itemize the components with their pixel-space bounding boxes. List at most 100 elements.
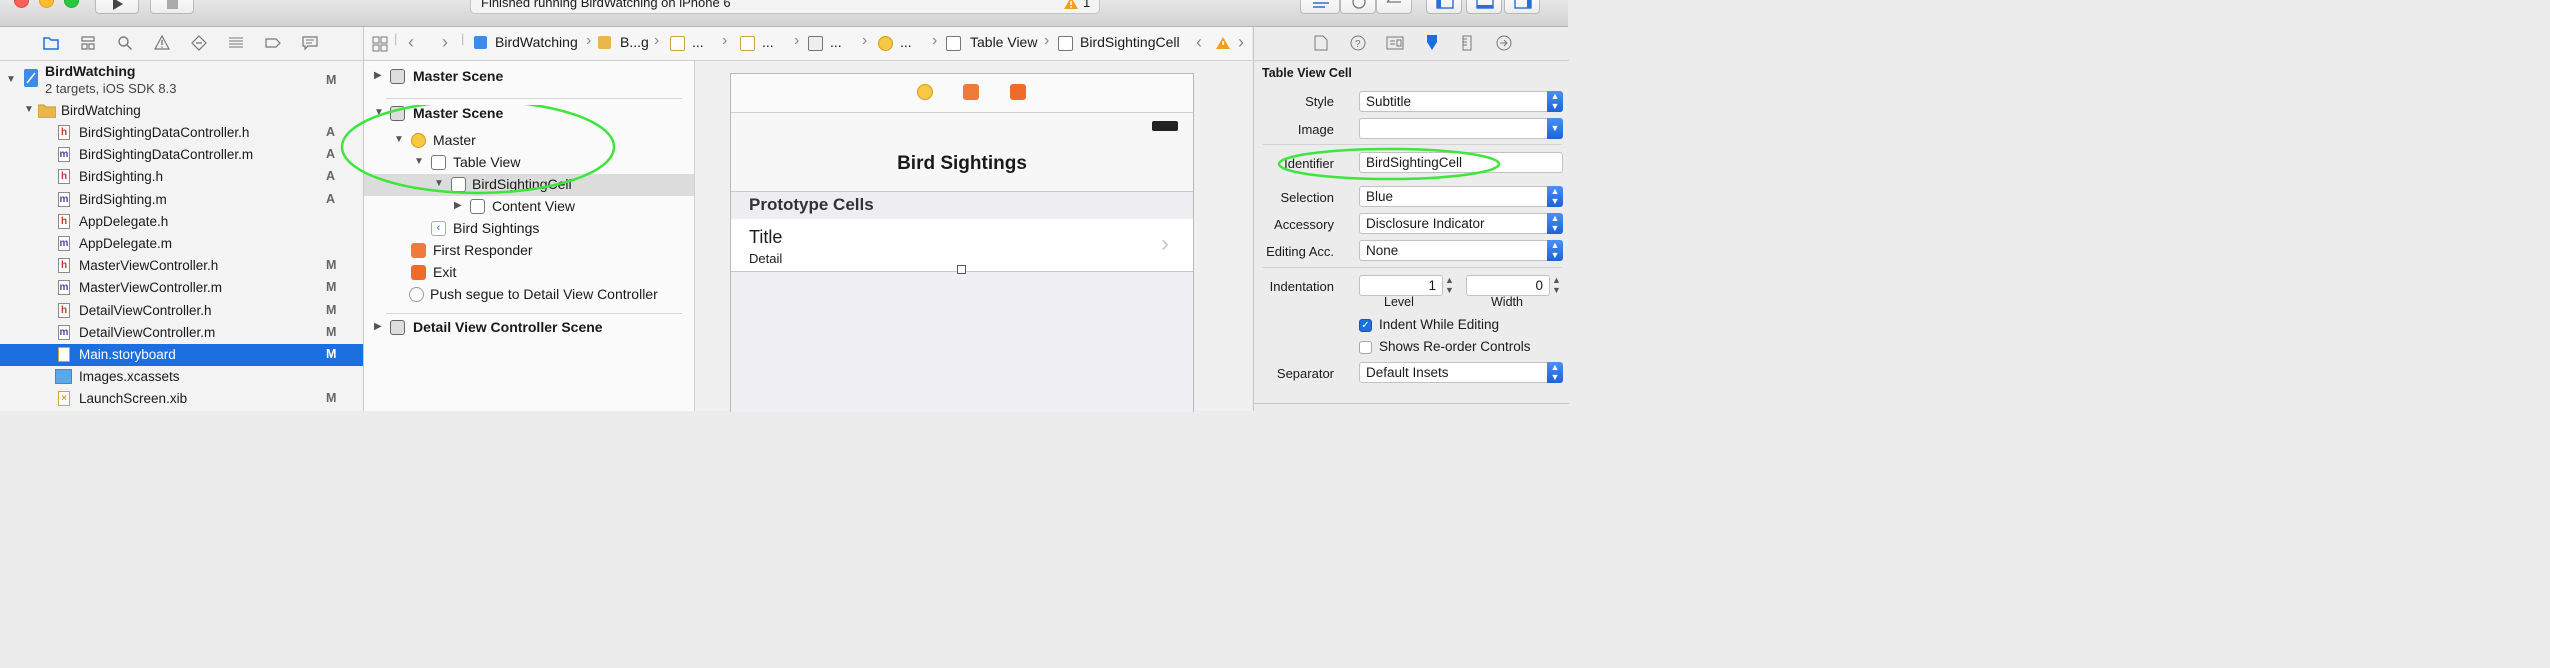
breakpoint-icon[interactable] [265, 35, 281, 51]
size-ruler-icon[interactable] [1461, 35, 1473, 51]
source-control-badge: M [326, 324, 337, 339]
jump-item-controller[interactable]: ... [900, 34, 912, 50]
editor-assistant-button[interactable] [1340, 0, 1376, 14]
outline-segue-row[interactable]: Push segue to Detail View Controller [364, 284, 694, 306]
search-icon[interactable] [117, 35, 133, 51]
outline-exit-row[interactable]: Exit [364, 262, 694, 284]
editing-accessory-popup[interactable]: None ▲ ▼ [1359, 240, 1563, 261]
file-row[interactable]: m BirdSightingDataController.m A [0, 144, 363, 166]
view-controller-scene[interactable]: Bird Sightings Prototype Cells Title Det… [730, 73, 1194, 412]
group-row[interactable]: ▼ BirdWatching [0, 100, 363, 122]
file-row[interactable]: h BirdSighting.h A [0, 166, 363, 188]
separator-popup[interactable]: Default Insets ▲ ▼ [1359, 362, 1563, 383]
disclosure-triangle-icon[interactable]: ▶ [454, 200, 462, 211]
selection-popup[interactable]: Blue ▲ ▼ [1359, 186, 1563, 207]
editor-standard-button[interactable] [1300, 0, 1340, 14]
project-row[interactable]: ▼ BirdWatching 2 targets, iOS SDK 8.3 M [0, 62, 363, 100]
indent-while-editing-checkbox[interactable]: ✓ [1359, 319, 1372, 332]
jump-item-cell[interactable]: BirdSightingCell [1080, 34, 1180, 50]
level-stepper[interactable]: ▲ ▼ [1445, 275, 1454, 295]
file-row[interactable]: h DetailViewController.h M [0, 300, 363, 322]
disclosure-chevron-icon: › [1161, 230, 1169, 257]
shows-reorder-label: Shows Re-order Controls [1379, 339, 1531, 354]
prototype-cell[interactable]: Title Detail › [731, 219, 1193, 274]
file-row[interactable]: h BirdSightingDataController.h A [0, 122, 363, 144]
toggle-debug-button[interactable] [1466, 0, 1502, 14]
debug-list-icon[interactable] [228, 35, 244, 51]
jump-item-base[interactable]: ... [762, 34, 774, 50]
disclosure-triangle-icon[interactable]: ▼ [24, 104, 34, 115]
identity-icon[interactable] [1386, 36, 1404, 50]
chevron-right-icon: › [1044, 32, 1050, 49]
file-row[interactable]: h AppDelegate.h [0, 211, 363, 233]
file-row[interactable]: h MasterViewController.h M [0, 255, 363, 277]
file-row[interactable]: Images.xcassets [0, 366, 363, 388]
connections-arrow-icon[interactable] [1496, 35, 1512, 51]
image-combo[interactable]: ▼ [1359, 118, 1563, 139]
outline-scene-row[interactable]: ▶ Master Scene [364, 66, 694, 88]
attributes-icon[interactable] [1424, 34, 1440, 52]
file-name: MasterViewController.m [79, 280, 223, 296]
forward-arrow-icon[interactable]: › [442, 32, 448, 53]
file-row[interactable]: Main.storyboard M [0, 344, 363, 366]
popup-arrows-icon: ▲ ▼ [1547, 91, 1563, 112]
file-row[interactable]: × LaunchScreen.xib M [0, 388, 363, 410]
toggle-navigator-button[interactable] [1426, 0, 1462, 14]
test-diamond-icon[interactable] [191, 35, 207, 51]
file-row[interactable]: m AppDelegate.m [0, 233, 363, 255]
indentation-level-input[interactable]: 1 [1359, 275, 1443, 296]
file-row[interactable]: m BirdSighting.m A [0, 189, 363, 211]
related-items-icon[interactable] [372, 36, 388, 52]
warning-icon[interactable] [1063, 0, 1079, 10]
jump-item-scene[interactable]: ... [830, 34, 842, 50]
stop-button[interactable] [150, 0, 194, 14]
accessory-popup[interactable]: Disclosure Indicator ▲ ▼ [1359, 213, 1563, 234]
style-popup[interactable]: Subtitle ▲ ▼ [1359, 91, 1563, 112]
outline-nav-item-row[interactable]: ‹ Bird Sightings [364, 218, 694, 240]
file-row[interactable]: m DetailViewController.m M [0, 322, 363, 344]
exit-icon[interactable] [1010, 84, 1026, 100]
file-row[interactable]: m MasterViewController.m M [0, 277, 363, 299]
jump-item-project[interactable]: BirdWatching [495, 34, 578, 50]
folder-icon[interactable] [43, 35, 59, 51]
style-value: Subtitle [1366, 94, 1412, 109]
divider [1262, 267, 1562, 268]
jump-item-table-view[interactable]: Table View [970, 34, 1037, 50]
outline-item-label: First Responder [433, 242, 533, 258]
run-button[interactable] [95, 0, 139, 14]
file-name: BirdSightingDataController.m [79, 147, 254, 163]
editor-version-button[interactable] [1376, 0, 1412, 14]
disclosure-triangle-icon[interactable]: ▶ [374, 70, 382, 81]
warning-icon[interactable] [1215, 36, 1231, 50]
hierarchy-icon[interactable] [80, 35, 96, 51]
width-stepper[interactable]: ▲ ▼ [1552, 275, 1561, 295]
jump-item-group[interactable]: B...g [620, 34, 649, 50]
disclosure-triangle-icon[interactable]: ▶ [374, 321, 382, 332]
width-caption: Width [1491, 295, 1523, 309]
previous-issue-icon[interactable]: ‹ [1196, 32, 1202, 53]
close-window-button[interactable] [14, 0, 29, 8]
issue-warning-icon[interactable] [154, 35, 170, 51]
view-controller-icon[interactable] [917, 84, 933, 100]
divider [1262, 144, 1562, 145]
inspector-section-title: Table View Cell [1262, 66, 1352, 80]
jump-item-file[interactable]: ... [692, 34, 704, 50]
indentation-width-input[interactable]: 0 [1466, 275, 1550, 296]
toggle-utilities-button[interactable] [1504, 0, 1540, 14]
next-issue-icon[interactable]: › [1238, 32, 1244, 53]
zoom-window-button[interactable] [64, 0, 79, 8]
resize-handle[interactable] [957, 265, 966, 274]
shows-reorder-checkbox[interactable] [1359, 341, 1372, 354]
table-cell-icon [1058, 36, 1073, 51]
header-file-icon: h [58, 169, 70, 185]
report-bubble-icon[interactable] [302, 35, 318, 51]
outline-scene-row[interactable]: ▶ Detail View Controller Scene [364, 317, 694, 339]
disclosure-triangle-icon[interactable]: ▼ [6, 74, 16, 85]
first-responder-cube-icon[interactable] [963, 84, 979, 100]
minimize-window-button[interactable] [39, 0, 54, 8]
back-arrow-icon[interactable]: ‹ [408, 32, 414, 53]
outline-first-responder-row[interactable]: First Responder [364, 240, 694, 262]
divider [1254, 403, 1569, 404]
file-icon[interactable] [1314, 35, 1328, 51]
help-icon[interactable]: ? [1350, 35, 1366, 51]
